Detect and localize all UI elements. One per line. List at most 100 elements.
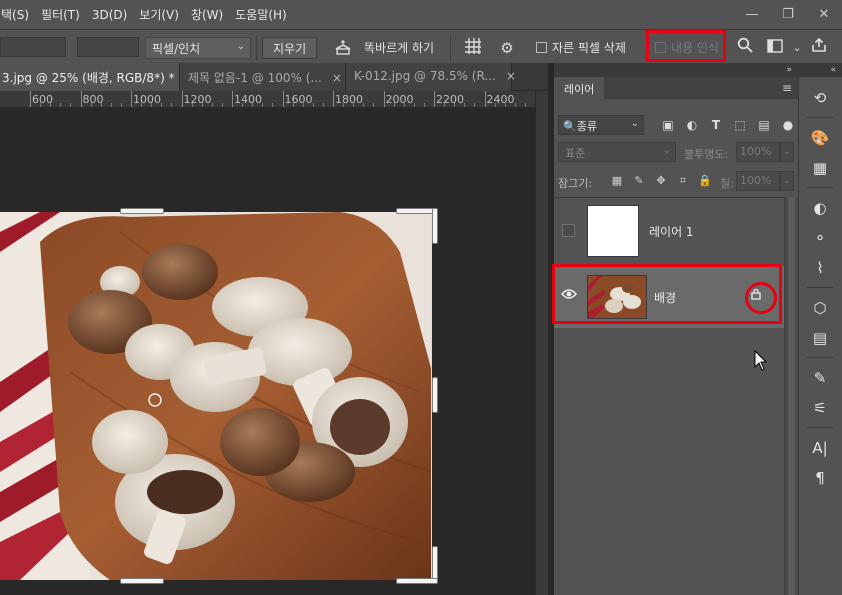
ruler-minor-tick [343,103,345,107]
color-palette-icon[interactable]: 🎨 [809,127,831,149]
brush-settings-icon[interactable]: ⚟ [809,397,831,419]
crop-handle-top[interactable] [120,208,164,214]
height-field[interactable] [77,37,139,57]
ruler-minor-tick [70,103,72,107]
crop-handle-bottom-right[interactable] [396,578,438,584]
chevron-down-icon[interactable]: ⌄ [780,142,794,162]
crop-handle-bottom[interactable] [120,578,164,584]
panel-menu-icon[interactable]: ≡ [782,81,792,95]
paths-icon[interactable]: ⌇ [809,257,831,279]
straighten-label[interactable]: 똑바르게 하기 [364,39,434,56]
chevron-down-icon[interactable]: ⌄ [780,171,794,191]
ruler-minor-tick [353,103,355,107]
shape-filter-icon[interactable]: ⬚ [732,117,748,133]
content-aware-checkbox[interactable] [655,42,666,53]
delete-cropped-checkbox[interactable] [536,42,547,53]
swatches-icon[interactable]: ▦ [809,157,831,179]
unit-select[interactable]: 픽셀/인치 ⌄ [145,37,251,59]
canvas-area[interactable] [0,108,535,595]
strip-collapse-button[interactable]: « [799,63,842,77]
ruler-tick [232,91,233,107]
layer-visibility-toggle[interactable] [562,224,575,237]
menu-3d[interactable]: 3D(D) [86,8,133,22]
window-controls: — ❐ ✕ [734,0,842,29]
timeline-icon[interactable]: ▤ [809,327,831,349]
paragraph-icon[interactable]: ¶ [809,467,831,489]
layers-scrollbar[interactable] [784,197,798,595]
search-icon[interactable] [734,37,756,59]
crop-handle-top-right[interactable] [396,208,436,214]
delete-cropped-pixels[interactable]: 자른 픽셀 삭제 [536,39,626,56]
brush-icon[interactable]: ✎ [809,367,831,389]
lock-artboard-icon[interactable]: ⌗ [676,174,690,188]
crop-frame[interactable] [0,208,438,584]
tab-document-2[interactable]: 제목 없음-1 @ 100% (... × [180,63,346,91]
ruler-minor-tick [393,103,395,107]
ruler-minor-tick [100,103,102,107]
ruler-tick [131,91,132,107]
highlight-lock-icon [745,282,777,314]
lock-all-icon[interactable]: 🔒 [698,174,712,188]
share-icon[interactable] [808,37,830,59]
history-icon[interactable]: ⟲ [809,87,831,109]
horizontal-ruler[interactable]: 600 800 1000 1200 1400 1600 1800 2000 2200 2400 [0,91,535,108]
lock-pixels-icon[interactable]: ✎ [632,174,646,188]
lock-position-icon[interactable]: ✥ [654,174,668,188]
filter-kind-label: 종류 [576,120,597,133]
tab-layers[interactable]: 레이어 [554,77,605,99]
lock-transparent-icon[interactable]: ▦ [610,174,624,188]
crop-handle-top-right-v[interactable] [432,208,438,244]
menu-window[interactable]: 창(W) [185,6,229,23]
layer-row-layer-1[interactable]: 레이어 1 [554,200,784,262]
close-button[interactable]: ✕ [806,7,842,22]
adjustment-filter-icon[interactable]: ◐ [684,117,700,133]
menu-filter[interactable]: 필터(T) [35,6,86,23]
ruler-label: 2200 [436,93,464,106]
ruler-minor-tick [242,103,244,107]
menu-help[interactable]: 도움말(H) [229,6,293,23]
content-aware-option[interactable]: 내용 인식 [646,30,726,62]
tab-document-3[interactable]: K-012.jpg @ 78.5% (R... × [346,63,516,91]
chevron-down-icon[interactable]: ⌄ [786,37,808,59]
fill-field[interactable]: 100% [736,171,780,191]
filter-kind-select[interactable]: 🔍종류 ⌄ [558,115,644,135]
workspace-icon[interactable] [764,37,786,59]
ruler-label: 1200 [183,93,212,106]
filter-toggle-icon[interactable]: ● [780,117,796,133]
minimize-button[interactable]: — [734,7,770,22]
crop-handle-bottom-right-v[interactable] [432,546,438,582]
menu-view[interactable]: 보기(V) [133,6,185,23]
channels-icon[interactable]: ⚬ [809,227,831,249]
straighten-icon[interactable] [332,37,354,59]
opacity-label: 불투명도: [684,148,729,161]
3d-icon[interactable]: ⬡ [809,297,831,319]
menu-select[interactable]: 택(S) [0,6,35,23]
ruler-label: 2400 [486,93,515,106]
layers-panel: » 레이어 ≡ 🔍종류 ⌄ ▣ ◐ T ⬚ ▤ ● 표준 ⌄ 불투명도: 100… [554,63,798,595]
panel-collapse-button[interactable]: » [554,63,798,77]
width-field[interactable] [0,37,66,57]
blend-mode-select[interactable]: 표준 ⌄ [558,142,676,162]
ruler-minor-tick [211,103,213,107]
content-aware-label: 내용 인식 [671,41,719,55]
gear-icon[interactable]: ⚙ [496,37,518,59]
close-icon[interactable]: × [506,69,516,83]
scrollbar-thumb[interactable] [788,197,795,595]
ruler-label: 1400 [234,93,262,106]
pixel-filter-icon[interactable]: ▣ [660,117,676,133]
adjustments-icon[interactable]: ◐ [809,197,831,219]
character-icon[interactable]: A| [809,437,831,459]
type-filter-icon[interactable]: T [708,117,724,133]
restore-button[interactable]: ❐ [770,7,806,22]
clear-button[interactable]: 지우기 [262,37,318,59]
canvas-vertical-scrollbar[interactable] [535,91,548,595]
tab-document-1[interactable]: 3.jpg @ 25% (배경, RGB/8*) *× [0,63,195,91]
grid-overlay-icon[interactable] [462,37,484,59]
lock-label: 잠그기: [558,177,593,190]
crop-handle-right[interactable] [432,377,438,413]
mouse-cursor [754,349,768,372]
close-icon[interactable]: × [332,71,342,85]
opacity-field[interactable]: 100% [736,142,780,162]
smart-object-filter-icon[interactable]: ▤ [756,117,772,133]
ruler-minor-tick [292,103,294,107]
